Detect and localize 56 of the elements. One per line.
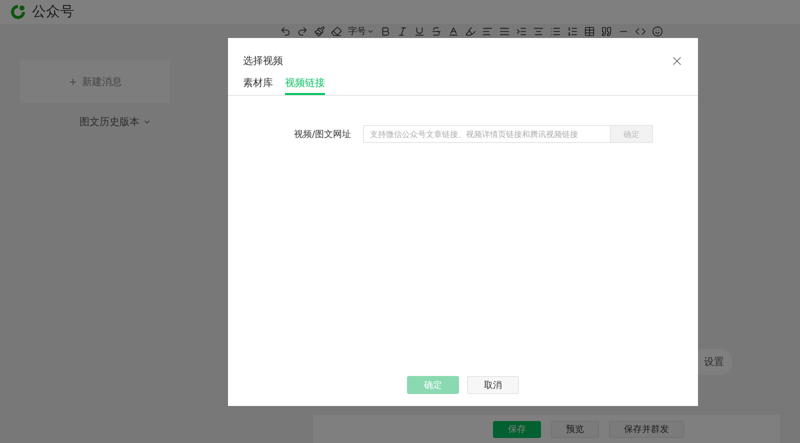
indent-icon xyxy=(516,26,527,36)
app-name: 公众号 xyxy=(32,3,74,21)
tab[interactable]: 视频链接 xyxy=(285,76,325,95)
code-button[interactable] xyxy=(635,26,646,36)
highlighter-icon xyxy=(465,26,476,36)
new-message-card[interactable]: 新建消息 xyxy=(20,60,170,103)
justify-icon xyxy=(499,26,510,36)
underline-icon xyxy=(414,26,425,36)
numbered-list-icon xyxy=(567,26,578,36)
align-center-icon xyxy=(533,26,544,36)
indent-button[interactable] xyxy=(516,26,527,36)
align-left-icon xyxy=(482,26,493,36)
bold-icon xyxy=(380,26,391,36)
emoji-button[interactable] xyxy=(652,26,663,36)
text-color-icon xyxy=(448,26,459,36)
bold-button[interactable] xyxy=(380,26,391,36)
justify-button[interactable] xyxy=(499,26,510,36)
eraser-icon xyxy=(331,26,342,36)
highlighter-button[interactable] xyxy=(465,26,476,36)
quote-button[interactable] xyxy=(601,26,612,36)
strikethrough-button[interactable] xyxy=(431,26,442,36)
text-color-button[interactable] xyxy=(448,26,459,36)
italic-button[interactable] xyxy=(397,26,408,36)
caret-icon xyxy=(367,28,374,34)
redo-icon xyxy=(297,26,308,36)
brush-button[interactable] xyxy=(314,26,325,36)
numbered-list-button[interactable] xyxy=(567,26,578,36)
redo-button[interactable] xyxy=(297,26,308,36)
undo-icon xyxy=(280,26,291,36)
plus-icon xyxy=(68,76,78,86)
history-dropdown[interactable]: 图文历史版本 xyxy=(80,115,150,129)
quote-icon xyxy=(601,26,612,36)
footer-button[interactable]: 保存并群发 xyxy=(609,420,684,438)
logo-icon xyxy=(10,4,26,20)
emoji-icon xyxy=(652,26,663,36)
italic-icon xyxy=(397,26,408,36)
close-icon xyxy=(670,54,684,68)
strikethrough-icon xyxy=(431,26,442,36)
table-button[interactable] xyxy=(584,26,595,36)
code-icon xyxy=(635,26,646,36)
font-size-dropdown[interactable]: 字号 xyxy=(348,24,374,38)
footer-button[interactable]: 预览 xyxy=(551,420,599,438)
footer-button[interactable]: 保存 xyxy=(493,420,541,438)
cancel-button[interactable]: 取消 xyxy=(467,376,519,394)
align-center-button[interactable] xyxy=(533,26,544,36)
table-icon xyxy=(584,26,595,36)
field-label: 视频/图文网址 xyxy=(294,128,352,140)
align-left-button[interactable] xyxy=(482,26,493,36)
undo-button[interactable] xyxy=(280,26,291,36)
caret-icon xyxy=(142,118,150,126)
eraser-button[interactable] xyxy=(331,26,342,36)
dialog-title: 选择视频 xyxy=(243,54,283,68)
brush-icon xyxy=(314,26,325,36)
underline-button[interactable] xyxy=(414,26,425,36)
tab[interactable]: 素材库 xyxy=(243,76,273,95)
close-button[interactable] xyxy=(670,54,684,68)
